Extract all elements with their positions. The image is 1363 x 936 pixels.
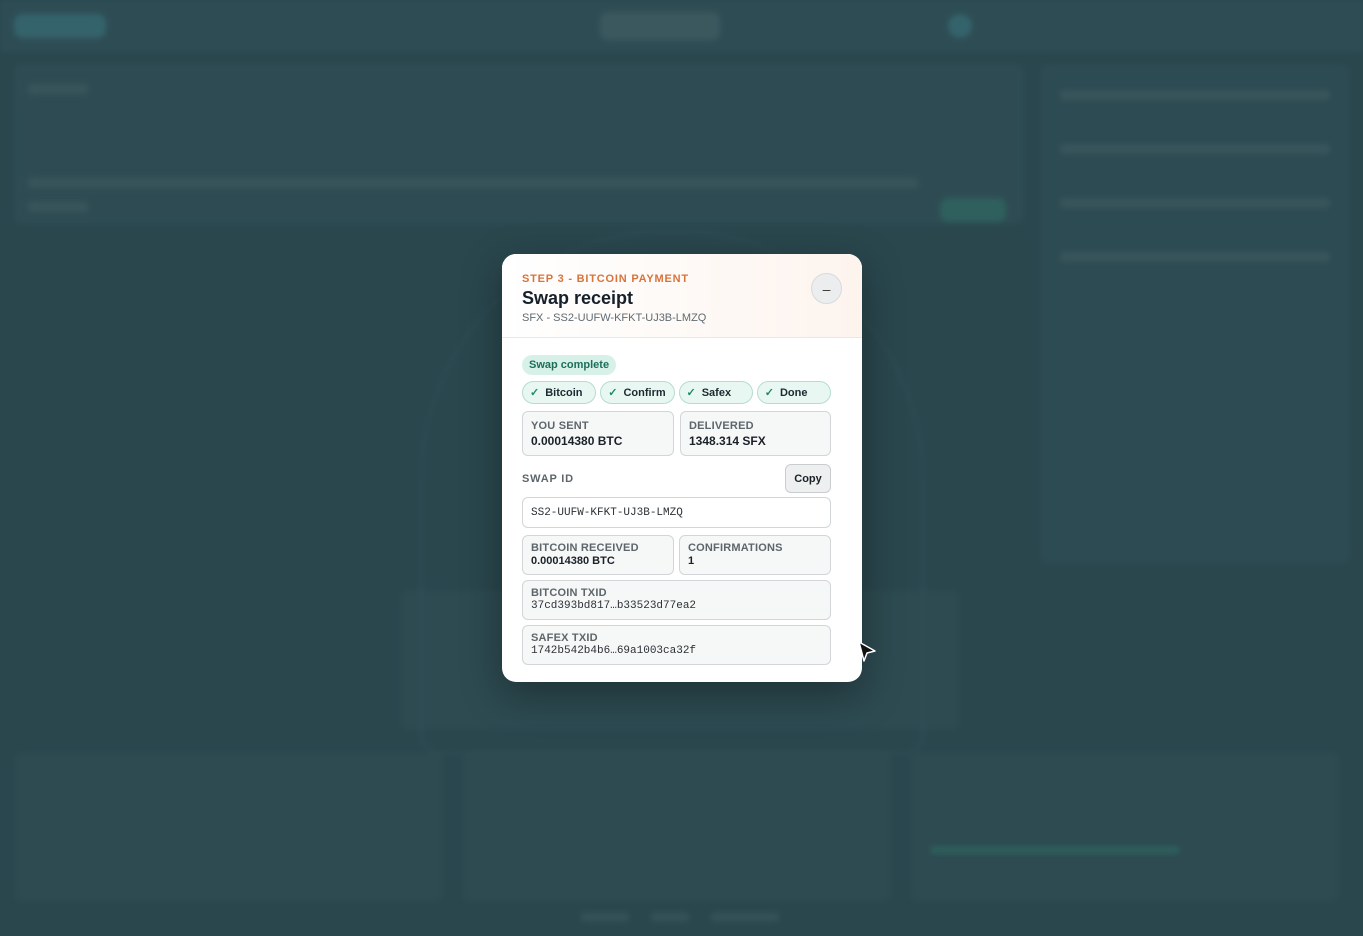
bitcoin-received-card: BITCOIN RECEIVED 0.00014380 BTC bbox=[522, 535, 674, 575]
mouse-pointer-icon bbox=[858, 641, 876, 662]
check-icon: ✓ bbox=[530, 387, 540, 399]
step-safex: ✓ Safex bbox=[678, 381, 753, 404]
safex-txid-value[interactable]: 1742b542b4b6…69a1003ca32f bbox=[531, 645, 822, 657]
delivered-label: DELIVERED bbox=[689, 420, 754, 432]
minimize-button[interactable]: – bbox=[811, 273, 842, 304]
step-pill-label: Bitcoin bbox=[545, 386, 583, 399]
you-sent-card: YOU SENT 0.00014380 BTC bbox=[522, 411, 674, 456]
you-sent-label: YOU SENT bbox=[531, 420, 589, 432]
delivered-value: 1348.314 SFX bbox=[689, 434, 766, 448]
safex-txid-label: SAFEX TXID bbox=[531, 632, 598, 644]
swap-id-field[interactable]: SS2-UUFW-KFKT-UJ3B-LMZQ bbox=[522, 497, 831, 528]
bitcoin-received-label: BITCOIN RECEIVED bbox=[531, 542, 639, 554]
modal-title: Swap receipt bbox=[522, 288, 634, 308]
step-pill-label: Safex bbox=[701, 386, 732, 399]
confirmations-card: CONFIRMATIONS 1 bbox=[679, 535, 831, 575]
swap-id-label: SWAP ID bbox=[522, 473, 574, 485]
minimize-icon: – bbox=[822, 280, 831, 297]
step-bitcoin: ✓ Bitcoin bbox=[522, 381, 597, 404]
progress-steps: ✓ Bitcoin ✓ Confirm ✓ Safex ✓ Done bbox=[522, 381, 831, 404]
check-icon: ✓ bbox=[686, 387, 696, 399]
modal-subtitle: SFX - SS2-UUFW-KFKT-UJ3B-LMZQ bbox=[522, 312, 707, 324]
swap-receipt-modal: STEP 3 - BITCOIN PAYMENT Swap receipt SF… bbox=[502, 254, 862, 682]
delivered-card: DELIVERED 1348.314 SFX bbox=[680, 411, 831, 456]
confirmations-value: 1 bbox=[688, 555, 695, 567]
step-pill-label: Confirm bbox=[623, 386, 666, 399]
copy-button[interactable]: Copy bbox=[785, 464, 831, 493]
check-icon: ✓ bbox=[608, 387, 618, 399]
step-label: STEP 3 - BITCOIN PAYMENT bbox=[522, 273, 689, 285]
bitcoin-received-value: 0.00014380 BTC bbox=[531, 555, 615, 567]
safex-txid-card: SAFEX TXID 1742b542b4b6…69a1003ca32f bbox=[522, 625, 831, 665]
check-icon: ✓ bbox=[764, 387, 774, 399]
step-pill-label: Done bbox=[779, 386, 808, 399]
modal-header: STEP 3 - BITCOIN PAYMENT Swap receipt SF… bbox=[502, 254, 862, 338]
confirmations-label: CONFIRMATIONS bbox=[688, 542, 783, 554]
bitcoin-txid-label: BITCOIN TXID bbox=[531, 587, 607, 599]
step-done: ✓ Done bbox=[756, 381, 831, 404]
bitcoin-txid-card: BITCOIN TXID 37cd393bd817…b33523d77ea2 bbox=[522, 580, 831, 620]
bitcoin-txid-value[interactable]: 37cd393bd817…b33523d77ea2 bbox=[531, 600, 822, 612]
you-sent-value: 0.00014380 BTC bbox=[531, 434, 623, 448]
status-badge: Swap complete bbox=[522, 355, 617, 375]
step-confirm: ✓ Confirm bbox=[600, 381, 675, 404]
